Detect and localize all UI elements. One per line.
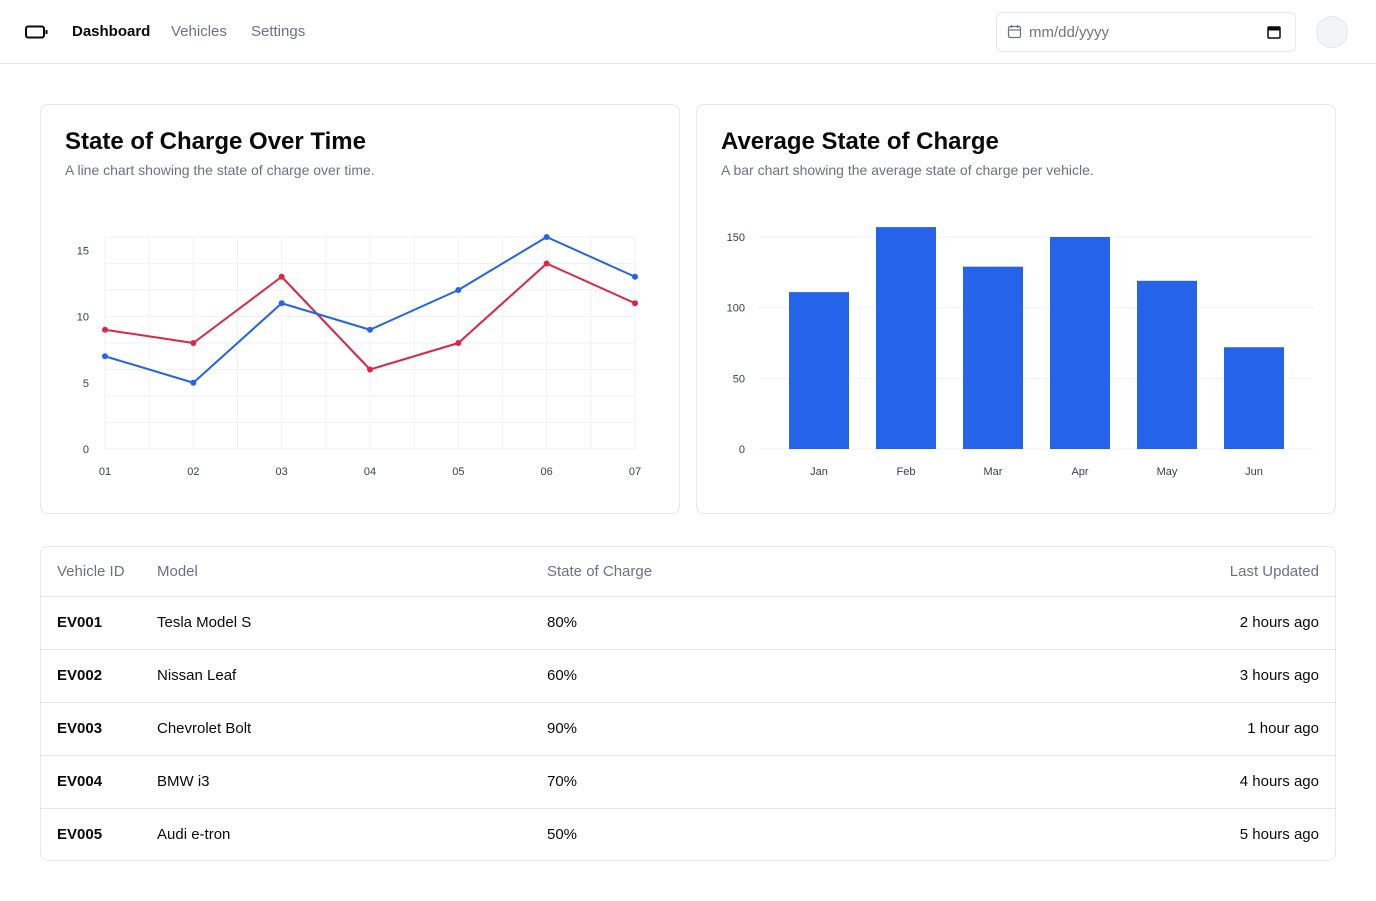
bar [1137, 280, 1197, 449]
header-model: Model [141, 547, 531, 597]
cell-model: Audi e-tron [157, 826, 231, 844]
cell-state-of-charge: 90% [531, 702, 831, 756]
nav-link-dashboard[interactable]: Dashboard [72, 22, 150, 42]
header-state-of-charge: State of Charge [531, 547, 831, 597]
cell-last-updated: 2 hours ago [831, 596, 1335, 650]
cell-last-updated: 1 hour ago [831, 702, 1335, 756]
data-point [632, 300, 638, 307]
cell-vehicle-id: EV004 [41, 755, 141, 809]
cell-model: Tesla Model S [141, 596, 531, 650]
cell-state-of-charge: 70% [531, 755, 831, 809]
nav-link-settings[interactable]: Settings [251, 22, 305, 42]
cell-model: Nissan Leaf [141, 649, 531, 703]
table-row[interactable]: EV001 Tesla Model S 80% 2 hours ago [41, 596, 1335, 650]
x-tick-label: 05 [452, 466, 464, 478]
x-tick-label: 06 [541, 466, 553, 478]
date-input[interactable] [1029, 21, 1239, 43]
header-vehicle-id: Vehicle ID [41, 547, 141, 597]
y-tick-label: 0 [83, 444, 89, 456]
data-point [278, 300, 285, 307]
user-avatar[interactable] [1316, 16, 1348, 48]
bar [963, 266, 1023, 449]
line-chart-card: State of Charge Over Time A line chart s… [40, 104, 680, 514]
data-point [278, 273, 285, 280]
cell-model: BMW i3 [141, 755, 531, 809]
cell-last-updated: 4 hours ago [831, 755, 1335, 809]
y-tick-label: 10 [77, 312, 89, 324]
bar-chart: 0 50 100 150 Jan Feb Mar Apr May Jun [727, 227, 1313, 478]
table-row[interactable]: EV003 Chevrolet Bolt 90% 1 hour ago [41, 702, 1335, 756]
x-tick-label: 03 [276, 466, 288, 478]
x-tick-label: Mar [984, 466, 1003, 478]
cell-model: Chevrolet Bolt [141, 702, 531, 756]
data-point [543, 260, 550, 267]
y-tick-label: 100 [727, 303, 745, 315]
table-row[interactable]: EV005 Audi e-tron 50% 5 hours ago [41, 808, 1335, 860]
bar [1050, 237, 1110, 449]
y-tick-label: 15 [77, 245, 89, 257]
table-row[interactable]: EV004 BMW i3 70% 4 hours ago [41, 755, 1335, 809]
cell-vehicle-id: EV001 [41, 596, 141, 650]
header-last-updated: Last Updated [831, 547, 1335, 597]
x-tick-label: 01 [99, 466, 111, 478]
top-nav-bar: Dashboard Vehicles Settings [0, 0, 1376, 64]
x-tick-label: 02 [187, 466, 199, 478]
nav-link-vehicles[interactable]: Vehicles [171, 22, 227, 42]
data-point [102, 326, 108, 333]
bar [1224, 347, 1284, 449]
bar-chart-card: Average State of Charge A bar chart show… [696, 104, 1336, 514]
table-row[interactable]: EV002 Nissan Leaf 60% 3 hours ago [41, 649, 1335, 703]
cell-last-updated: 3 hours ago [831, 649, 1335, 703]
bar [789, 292, 849, 449]
data-point [367, 366, 373, 373]
x-tick-label: Apr [1071, 466, 1088, 478]
data-point [190, 340, 197, 346]
x-tick-label: Feb [897, 466, 916, 478]
data-point [367, 326, 373, 333]
vehicle-table: Vehicle ID Model State of Charge Last Up… [41, 547, 1335, 860]
x-tick-label: Jan [810, 466, 828, 478]
table-header-row: Vehicle ID Model State of Charge Last Up… [41, 547, 1335, 597]
battery-icon[interactable] [25, 25, 48, 39]
bar [876, 227, 936, 449]
cell-vehicle-id: EV003 [41, 702, 141, 756]
line-chart: 05101501 02 03 04 05 06 07 [77, 234, 641, 478]
date-picker-icon[interactable] [1267, 25, 1281, 39]
y-tick-label: 50 [733, 373, 745, 385]
y-tick-label: 5 [83, 378, 89, 390]
data-point [543, 234, 550, 240]
x-tick-label: Jun [1245, 466, 1263, 478]
cell-state-of-charge: 80% [531, 596, 831, 650]
x-tick-label: 04 [364, 466, 376, 478]
cell-last-updated: 5 hours ago [1239, 826, 1319, 844]
y-tick-label: 150 [727, 232, 745, 244]
date-filter[interactable] [996, 12, 1296, 52]
calendar-icon [1007, 25, 1022, 39]
cell-vehicle-id: EV002 [41, 649, 141, 703]
x-tick-label: May [1157, 466, 1178, 478]
cell-state-of-charge: 50% [547, 826, 578, 844]
data-point [455, 340, 462, 346]
data-point [632, 273, 638, 280]
cell-state-of-charge: 60% [531, 649, 831, 703]
data-point [455, 287, 462, 293]
cell-vehicle-id: EV005 [57, 826, 103, 844]
vehicle-table-card: Vehicle ID Model State of Charge Last Up… [40, 546, 1336, 861]
y-tick-label: 0 [739, 444, 745, 456]
x-tick-label: 07 [629, 466, 641, 478]
data-point [190, 379, 197, 386]
data-point [102, 353, 108, 360]
